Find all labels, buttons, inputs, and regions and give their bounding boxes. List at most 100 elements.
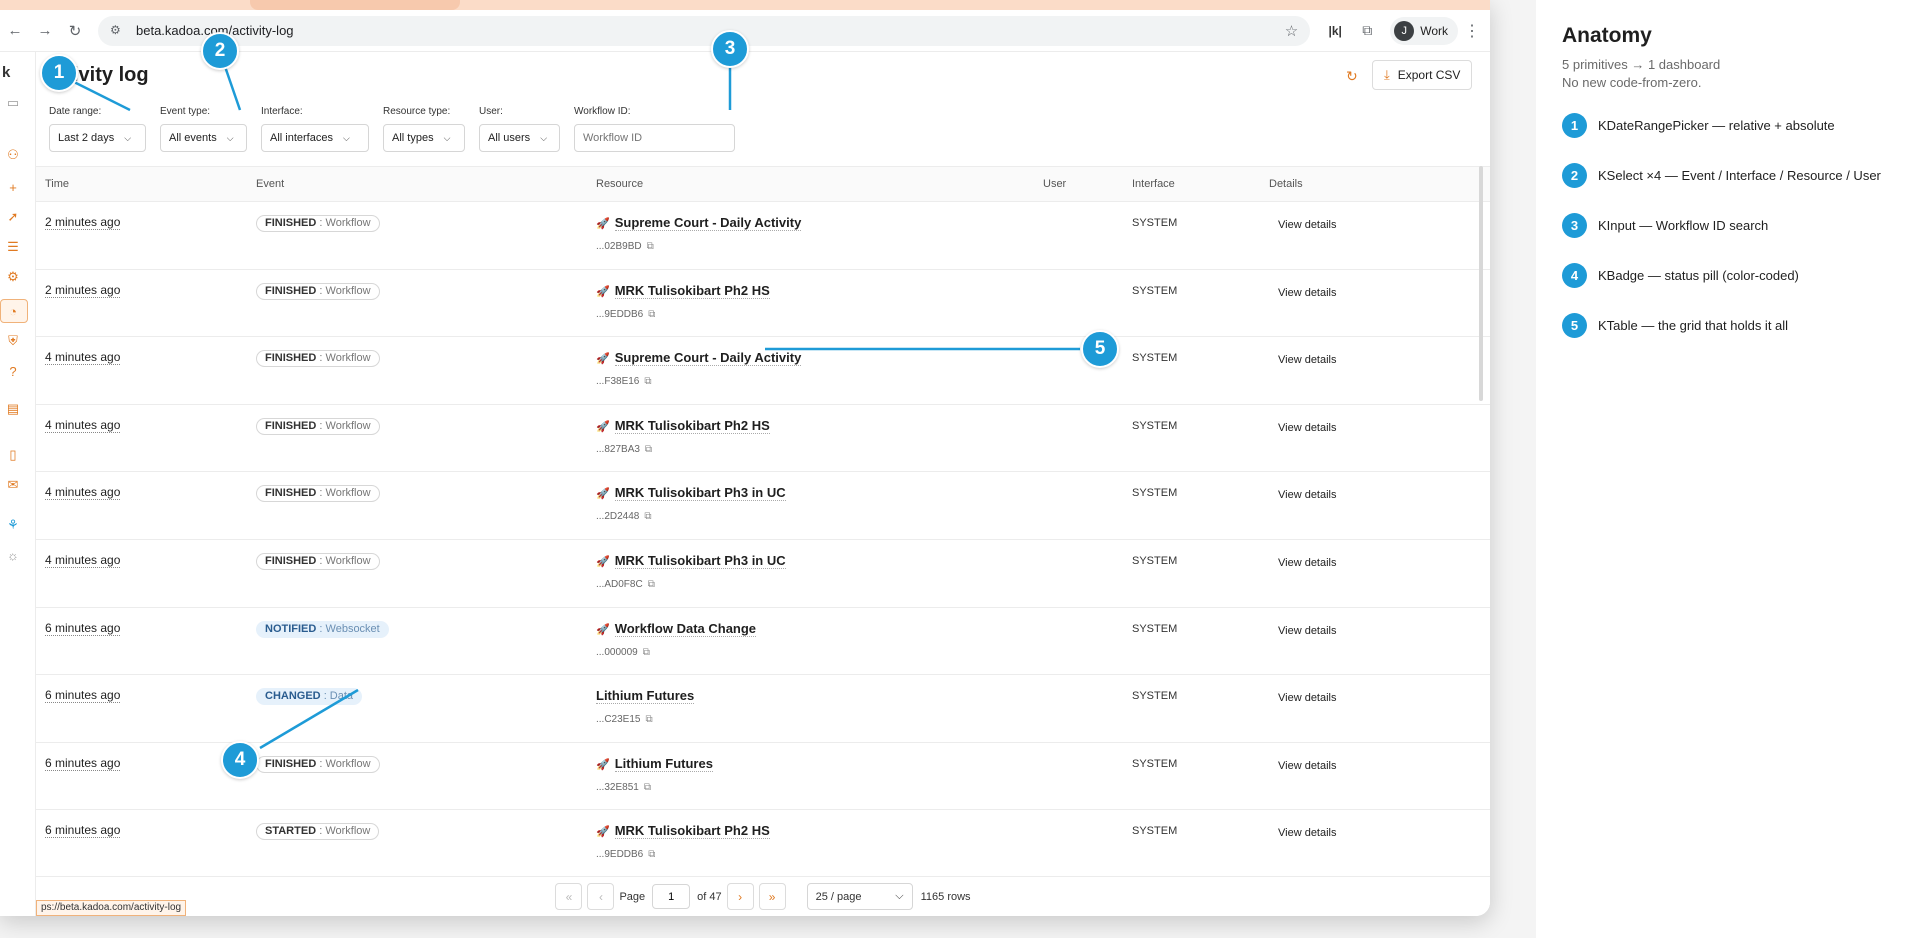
last-page-icon[interactable]: » [758, 883, 786, 910]
table-row[interactable]: 6 minutes ago NOTIFIED : Websocket 🚀 Workfl… [36, 608, 1490, 676]
view-details-link[interactable]: View details [1278, 625, 1337, 637]
copy-icon[interactable]: ⧉ [644, 511, 651, 522]
activity-log-icon[interactable]: ◔ [4, 302, 22, 320]
refresh-icon[interactable]: ↻ [1346, 68, 1358, 85]
resource-link[interactable]: Workflow Data Change [614, 620, 757, 637]
view-details-link[interactable]: View details [1278, 692, 1337, 704]
contacts-icon[interactable]: ▤ [4, 400, 22, 418]
event-cell: NOTIFIED : Websocket [256, 608, 596, 675]
row-count: 1165 rows [920, 890, 971, 903]
kadoa-extension-icon[interactable]: |k| [1320, 16, 1350, 46]
resource-type-select[interactable]: All types ⌵ [383, 124, 465, 152]
table-row[interactable]: 4 minutes ago FINISHED : Workflow 🚀 Supreme… [36, 337, 1490, 405]
copy-icon[interactable]: ⧉ [644, 782, 651, 793]
page-number-input[interactable] [652, 884, 691, 909]
view-details-link[interactable]: View details [1278, 354, 1337, 366]
legend-text: KInput — Workflow ID search [1598, 217, 1769, 233]
copy-icon[interactable]: ⧉ [648, 579, 655, 590]
reload-icon[interactable]: ↻ [60, 16, 90, 46]
forward-icon[interactable]: → [30, 16, 60, 46]
star-icon[interactable]: ☆ [1285, 22, 1298, 40]
table-row[interactable]: 4 minutes ago FINISHED : Workflow 🚀 MRK Tul… [36, 405, 1490, 473]
view-details-link[interactable]: View details [1278, 557, 1337, 569]
add-icon[interactable]: + [4, 178, 22, 196]
view-details-link[interactable]: View details [1278, 760, 1337, 772]
resource-link[interactable]: MRK Tulisokibart Ph3 in UC [614, 552, 786, 569]
resource-link[interactable]: Lithium Futures [596, 688, 695, 705]
event-type-select[interactable]: All events ⌵ [160, 124, 247, 152]
legend-item: 1 KDateRangePicker — relative + absolute [1562, 112, 1891, 138]
column-header-user[interactable]: User [1043, 178, 1132, 190]
copy-icon[interactable]: ⧉ [645, 714, 652, 725]
users-icon[interactable]: ⚇ [4, 146, 22, 164]
column-header-event[interactable]: Event [256, 178, 596, 190]
workflow-id-input[interactable] [574, 124, 735, 152]
profile-chip[interactable]: J Work [1390, 16, 1458, 45]
copy-icon[interactable]: ⧉ [648, 849, 655, 860]
column-header-details[interactable]: Details [1269, 178, 1429, 190]
interface-text: SYSTEM [1132, 825, 1178, 838]
column-header-time[interactable]: Time [36, 178, 256, 190]
per-page-select[interactable]: 25 / page ⌵ [806, 883, 913, 910]
next-page-icon[interactable]: › [726, 883, 754, 910]
rocket-nav-icon[interactable]: ➚ [4, 208, 22, 226]
column-header-resource[interactable]: Resource [596, 178, 1043, 190]
event-status: FINISHED [265, 419, 317, 432]
extensions-icon[interactable]: ⧉ [1352, 16, 1382, 46]
event-cell: FINISHED : Workflow [256, 540, 596, 607]
address-bar[interactable]: ⚙ beta.kadoa.com/activity-log ☆ [98, 15, 1311, 46]
address-url[interactable]: beta.kadoa.com/activity-log [136, 23, 1285, 38]
resource-link[interactable]: MRK Tulisokibart Ph2 HS [614, 823, 770, 840]
resource-link[interactable]: Supreme Court - Daily Activity [614, 350, 802, 367]
mail-icon[interactable]: ✉ [4, 476, 22, 494]
browser-tab[interactable] [250, 0, 460, 10]
back-icon[interactable]: ← [0, 16, 30, 46]
user-cell [1043, 608, 1132, 675]
table-row[interactable]: 4 minutes ago FINISHED : Workflow 🚀 MRK Tul… [36, 472, 1490, 540]
resource-id: ...AD0F8C ⧉ [596, 579, 1043, 590]
resource-link[interactable]: MRK Tulisokibart Ph2 HS [614, 282, 770, 299]
event-type: : Workflow [319, 487, 371, 500]
resource-link[interactable]: MRK Tulisokibart Ph3 in UC [614, 485, 786, 502]
event-status: FINISHED [265, 217, 317, 229]
stack-icon[interactable]: ☰ [4, 238, 22, 256]
legend-item: 3 KInput — Workflow ID search [1562, 212, 1891, 238]
view-details-link[interactable]: View details [1278, 287, 1337, 299]
copy-icon[interactable]: ⧉ [644, 376, 651, 387]
view-details-link[interactable]: View details [1278, 489, 1337, 501]
view-details-link[interactable]: View details [1278, 422, 1337, 434]
resource-link[interactable]: MRK Tulisokibart Ph2 HS [614, 417, 770, 434]
table-row[interactable]: 6 minutes ago CHANGED : Data Lithium Futur… [36, 675, 1490, 743]
settings-icon[interactable]: ⚙ [4, 268, 22, 286]
resource-link[interactable]: Lithium Futures [614, 755, 713, 772]
prev-page-icon[interactable]: ‹ [587, 883, 615, 910]
sidebar-toggle-icon[interactable]: ▭ [4, 94, 22, 112]
view-details-link[interactable]: View details [1278, 827, 1337, 839]
menu-dots-icon[interactable]: ⋮ [1464, 21, 1480, 41]
copy-icon[interactable]: ⧉ [645, 444, 652, 455]
app-logo[interactable]: k [2, 64, 10, 81]
copy-icon[interactable]: ⧉ [647, 241, 654, 252]
annotation-callout-5: 5 [1081, 330, 1119, 368]
docs-icon[interactable]: ▯ [4, 446, 22, 464]
help-icon[interactable]: ? [4, 362, 22, 380]
shield-icon[interactable]: ⛨ [4, 332, 22, 350]
table-row[interactable]: 6 minutes ago STARTED : Workflow 🚀 MRK Tuli… [36, 810, 1490, 876]
first-page-icon[interactable]: « [555, 883, 583, 910]
table-row[interactable]: 2 minutes ago FINISHED : Workflow 🚀 MRK Tul… [36, 270, 1490, 338]
column-header-interface[interactable]: Interface [1132, 178, 1269, 190]
table-row[interactable]: 2 minutes ago FINISHED : Workflow 🚀 Supreme… [36, 202, 1490, 270]
site-info-icon[interactable]: ⚙ [110, 23, 126, 39]
user-select[interactable]: All users ⌵ [479, 124, 560, 152]
view-details-link[interactable]: View details [1278, 219, 1337, 231]
copy-icon[interactable]: ⧉ [648, 309, 655, 320]
copy-icon[interactable]: ⧉ [643, 647, 650, 658]
table-scrollbar[interactable] [1479, 166, 1483, 401]
bot-icon[interactable]: ⚘ [4, 516, 22, 534]
date-range-select[interactable]: Last 2 days ⌵ [49, 124, 146, 152]
theme-icon[interactable]: ☼ [4, 546, 22, 564]
table-row[interactable]: 4 minutes ago FINISHED : Workflow 🚀 MRK Tul… [36, 540, 1490, 608]
interface-select[interactable]: All interfaces ⌵ [261, 124, 369, 152]
export-csv-button[interactable]: ⤓ Export CSV [1372, 60, 1473, 90]
resource-link[interactable]: Supreme Court - Daily Activity [614, 215, 802, 231]
